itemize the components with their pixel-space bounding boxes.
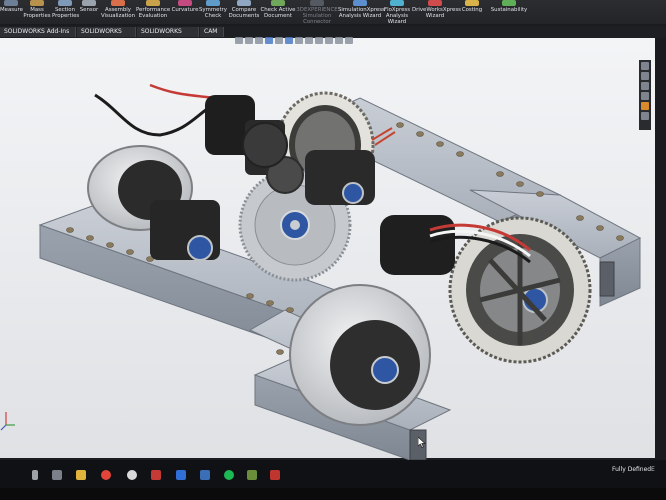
solidworks-window: Measure Mass Properties Section Properti… bbox=[0, 0, 666, 500]
origin-triad bbox=[0, 412, 15, 431]
omni-wheel-front bbox=[289, 284, 431, 426]
minecraft-icon[interactable] bbox=[247, 470, 257, 480]
spotify-icon[interactable] bbox=[224, 470, 234, 480]
app-icon[interactable] bbox=[151, 470, 161, 480]
wheel-front-right bbox=[448, 216, 592, 364]
status-bar-text: Fully Defined bbox=[612, 466, 652, 473]
chrome-icon[interactable] bbox=[101, 470, 111, 480]
mouse-cursor-icon bbox=[418, 437, 426, 448]
itunes-icon[interactable] bbox=[127, 470, 137, 480]
microphone-icon[interactable] bbox=[32, 470, 38, 480]
windows-taskbar bbox=[0, 460, 666, 488]
task-view-icon[interactable] bbox=[52, 470, 62, 480]
mail-icon[interactable] bbox=[176, 470, 186, 480]
file-explorer-icon[interactable] bbox=[76, 470, 86, 480]
photos-icon[interactable] bbox=[200, 470, 210, 480]
monitor-bezel bbox=[0, 488, 666, 500]
status-bar-units: E bbox=[651, 466, 655, 473]
drivetrain-assembly-model[interactable] bbox=[0, 0, 666, 500]
solidworks-icon[interactable] bbox=[270, 470, 280, 480]
